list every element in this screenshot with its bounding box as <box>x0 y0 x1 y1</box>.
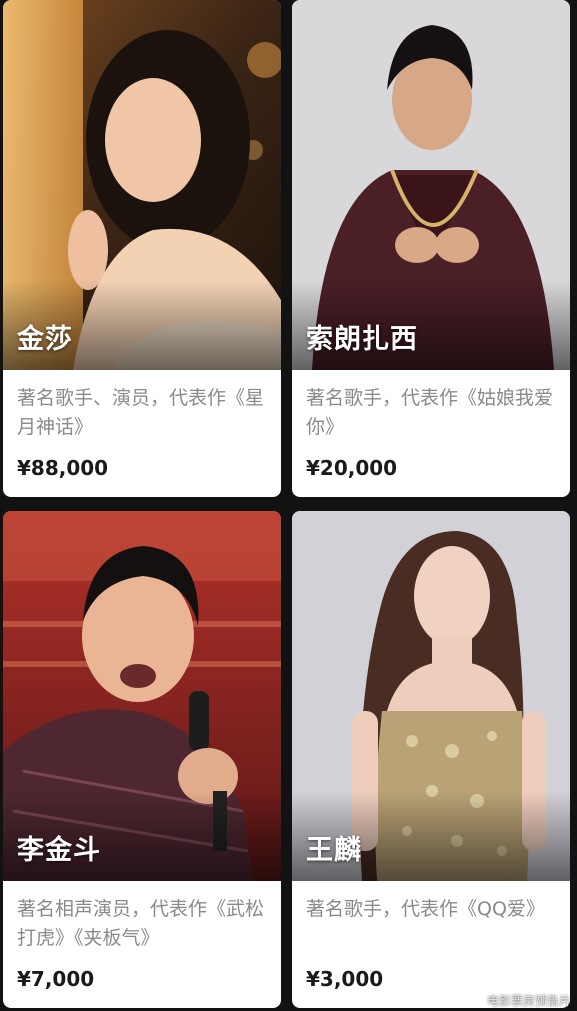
celebrity-card[interactable]: 金莎 著名歌手、演员，代表作《星月神话》 ¥88,000 <box>3 0 281 497</box>
celebrity-description: 著名歌手、演员，代表作《星月神话》 <box>17 387 265 438</box>
celebrity-description: 著名歌手，代表作《QQ爱》 <box>306 898 545 920</box>
card-info: 著名歌手，代表作《QQ爱》 ¥3,000 <box>292 881 570 1008</box>
celebrity-photo: 索朗扎西 <box>292 0 570 370</box>
card-info: 著名歌手、演员，代表作《星月神话》 ¥88,000 <box>3 370 281 497</box>
celebrity-card[interactable]: 李金斗 著名相声演员，代表作《武松打虎》《夹板气》 ¥7,000 <box>3 511 281 1008</box>
celebrity-price: ¥7,000 <box>17 967 95 991</box>
celebrity-price: ¥88,000 <box>17 456 109 480</box>
card-info: 著名歌手，代表作《姑娘我爱你》 ¥20,000 <box>292 370 570 497</box>
celebrity-photo: 李金斗 <box>3 511 281 881</box>
celebrity-photo: 金莎 <box>3 0 281 370</box>
card-info: 著名相声演员，代表作《武松打虎》《夹板气》 ¥7,000 <box>3 881 281 1008</box>
celebrity-name: 李金斗 <box>17 835 101 866</box>
celebrity-name: 金莎 <box>17 324 73 355</box>
celebrity-price: ¥3,000 <box>306 967 384 991</box>
celebrity-card[interactable]: 索朗扎西 著名歌手，代表作《姑娘我爱你》 ¥20,000 <box>292 0 570 497</box>
celebrity-description: 著名歌手，代表作《姑娘我爱你》 <box>306 387 554 438</box>
celebrity-card[interactable]: 王麟 著名歌手，代表作《QQ爱》 ¥3,000 <box>292 511 570 1008</box>
celebrity-name: 索朗扎西 <box>306 324 418 355</box>
celebrity-description: 著名相声演员，代表作《武松打虎》《夹板气》 <box>17 898 265 949</box>
celebrity-grid: 金莎 著名歌手、演员，代表作《星月神话》 ¥88,000 索朗扎西 著名歌手，代… <box>0 0 577 1011</box>
watermark-text: 电影票房预告片 <box>486 994 571 1008</box>
celebrity-photo: 王麟 <box>292 511 570 881</box>
celebrity-price: ¥20,000 <box>306 456 398 480</box>
celebrity-name: 王麟 <box>306 835 362 866</box>
